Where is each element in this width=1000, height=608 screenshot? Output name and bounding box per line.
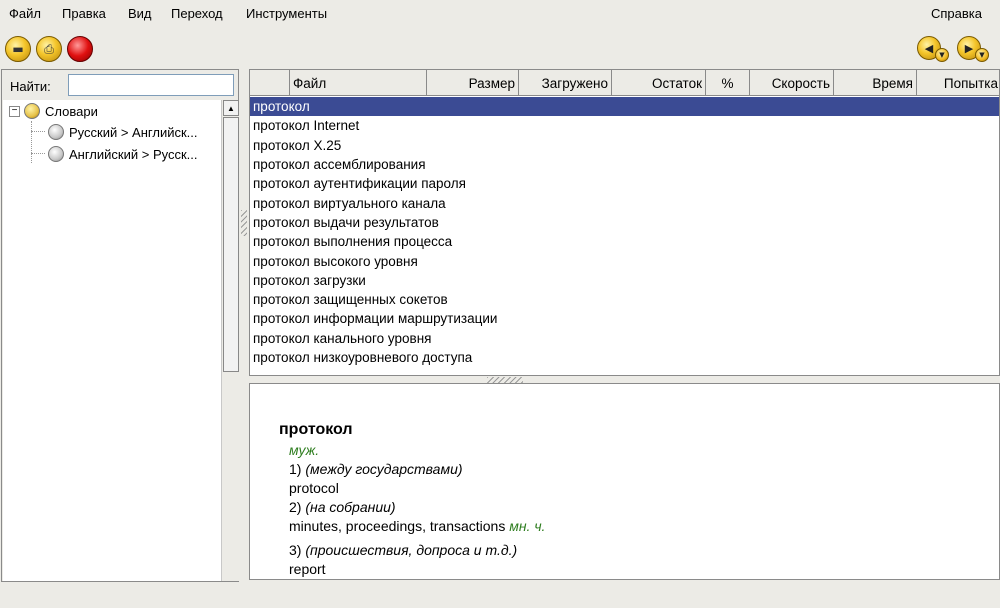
- stop-icon: [68, 37, 92, 61]
- back-button[interactable]: ◀ ▼: [917, 36, 951, 62]
- sense-note: (на собрании): [305, 499, 396, 515]
- column-header-attempt[interactable]: Попытка: [917, 70, 999, 96]
- list-item[interactable]: протокол выполнения процесса: [250, 232, 999, 251]
- article-sense-1: 1) (между государствами): [289, 461, 463, 477]
- dictionary-icon: [48, 146, 66, 162]
- list-item[interactable]: протокол информации маршрутизации: [250, 309, 999, 328]
- tree-root-label: Словари: [45, 103, 98, 119]
- tree-item-label: Русский > Английск...: [69, 124, 198, 140]
- menu-view[interactable]: Вид: [128, 6, 152, 21]
- list-header: Файл Размер Загружено Остаток % Скорость…: [250, 70, 999, 96]
- forward-button[interactable]: ▶ ▼: [957, 36, 991, 62]
- list-item[interactable]: протокол низкоуровневого доступа: [250, 348, 999, 367]
- sense-number: 3): [289, 542, 302, 558]
- list-item[interactable]: протокол защищенных сокетов: [250, 290, 999, 309]
- search-label: Найти:: [10, 79, 51, 94]
- list-rows: протокол протокол Internet протокол X.25…: [250, 97, 999, 367]
- menu-edit[interactable]: Правка: [62, 6, 106, 21]
- article-gender: муж.: [289, 442, 320, 458]
- tree-root-dictionaries[interactable]: − Словари: [9, 101, 98, 121]
- tree-item-en-ru[interactable]: Английский > Русск...: [48, 144, 198, 164]
- menu-file[interactable]: Файл: [9, 6, 41, 21]
- collapse-icon[interactable]: −: [9, 105, 20, 117]
- list-item[interactable]: протокол канального уровня: [250, 329, 999, 348]
- column-header-size[interactable]: Размер: [427, 70, 519, 96]
- menu-help[interactable]: Справка: [931, 6, 982, 21]
- list-item[interactable]: протокол высокого уровня: [250, 251, 999, 270]
- article-translation-1: protocol: [289, 480, 339, 496]
- menu-go[interactable]: Переход: [171, 6, 223, 21]
- translation-text: minutes, proceedings, transactions: [289, 518, 506, 534]
- list-item[interactable]: протокол: [250, 97, 999, 117]
- column-header-time[interactable]: Время: [834, 70, 917, 96]
- article-translation-3: report: [289, 561, 326, 577]
- tree-item-label: Английский > Русск...: [69, 146, 198, 162]
- list-item[interactable]: протокол X.25: [250, 136, 999, 155]
- search-input[interactable]: [68, 74, 234, 96]
- scroll-up-icon[interactable]: ▲: [223, 100, 239, 116]
- article-view: протокол муж. 1) (между государствами) p…: [249, 383, 1000, 580]
- scanner-button[interactable]: ▬: [5, 36, 31, 62]
- column-header-downloaded[interactable]: Загружено: [519, 70, 612, 96]
- status-bar: [0, 585, 1000, 608]
- print-button[interactable]: ⎙: [36, 36, 62, 62]
- article-sense-3: 3) (происшествия, допроса и т.д.): [289, 542, 517, 558]
- column-header-blank[interactable]: [250, 70, 290, 96]
- tree-item-ru-en[interactable]: Русский > Английск...: [48, 122, 198, 142]
- word-list: Файл Размер Загружено Остаток % Скорость…: [249, 69, 1000, 376]
- print-icon: ⎙: [44, 41, 54, 56]
- list-item[interactable]: протокол загрузки: [250, 271, 999, 290]
- sense-number: 1): [289, 461, 302, 477]
- list-item[interactable]: протокол виртуального канала: [250, 193, 999, 212]
- back-dropdown-icon[interactable]: ▼: [935, 48, 949, 62]
- column-header-file[interactable]: Файл: [290, 70, 427, 96]
- list-item[interactable]: протокол Internet: [250, 116, 999, 135]
- dictionary-tree: − Словари Русский > Английск... Английск…: [3, 100, 221, 581]
- sense-number: 2): [289, 499, 302, 515]
- dictionary-icon: [48, 124, 66, 140]
- column-header-percent[interactable]: %: [706, 70, 750, 96]
- column-header-speed[interactable]: Скорость: [750, 70, 834, 96]
- plural-mark: мн. ч.: [509, 518, 546, 534]
- vertical-splitter[interactable]: [241, 210, 247, 236]
- list-item[interactable]: протокол ассемблирования: [250, 155, 999, 174]
- article-headword: протокол: [279, 421, 353, 438]
- forward-dropdown-icon[interactable]: ▼: [975, 48, 989, 62]
- article-translation-2: minutes, proceedings, transactions мн. ч…: [289, 518, 545, 534]
- tree-scrollbar[interactable]: ▲: [221, 100, 239, 581]
- dictionaries-folder-icon: [24, 103, 42, 119]
- list-item[interactable]: протокол выдачи результатов: [250, 213, 999, 232]
- scroll-thumb[interactable]: [223, 117, 239, 372]
- dictionary-panel: Найти: − Словари Русский > Английск... А…: [1, 69, 239, 582]
- menu-bar: Файл Правка Вид Переход Инструменты Спра…: [0, 0, 1000, 28]
- scanner-icon: ▬: [12, 42, 24, 56]
- column-header-remaining[interactable]: Остаток: [612, 70, 706, 96]
- menu-tools[interactable]: Инструменты: [246, 6, 327, 21]
- sense-note: (между государствами): [305, 461, 463, 477]
- article-sense-2: 2) (на собрании): [289, 499, 396, 515]
- list-item[interactable]: протокол аутентификации пароля: [250, 174, 999, 193]
- sense-note: (происшествия, допроса и т.д.): [305, 542, 518, 558]
- stop-button[interactable]: [67, 36, 93, 62]
